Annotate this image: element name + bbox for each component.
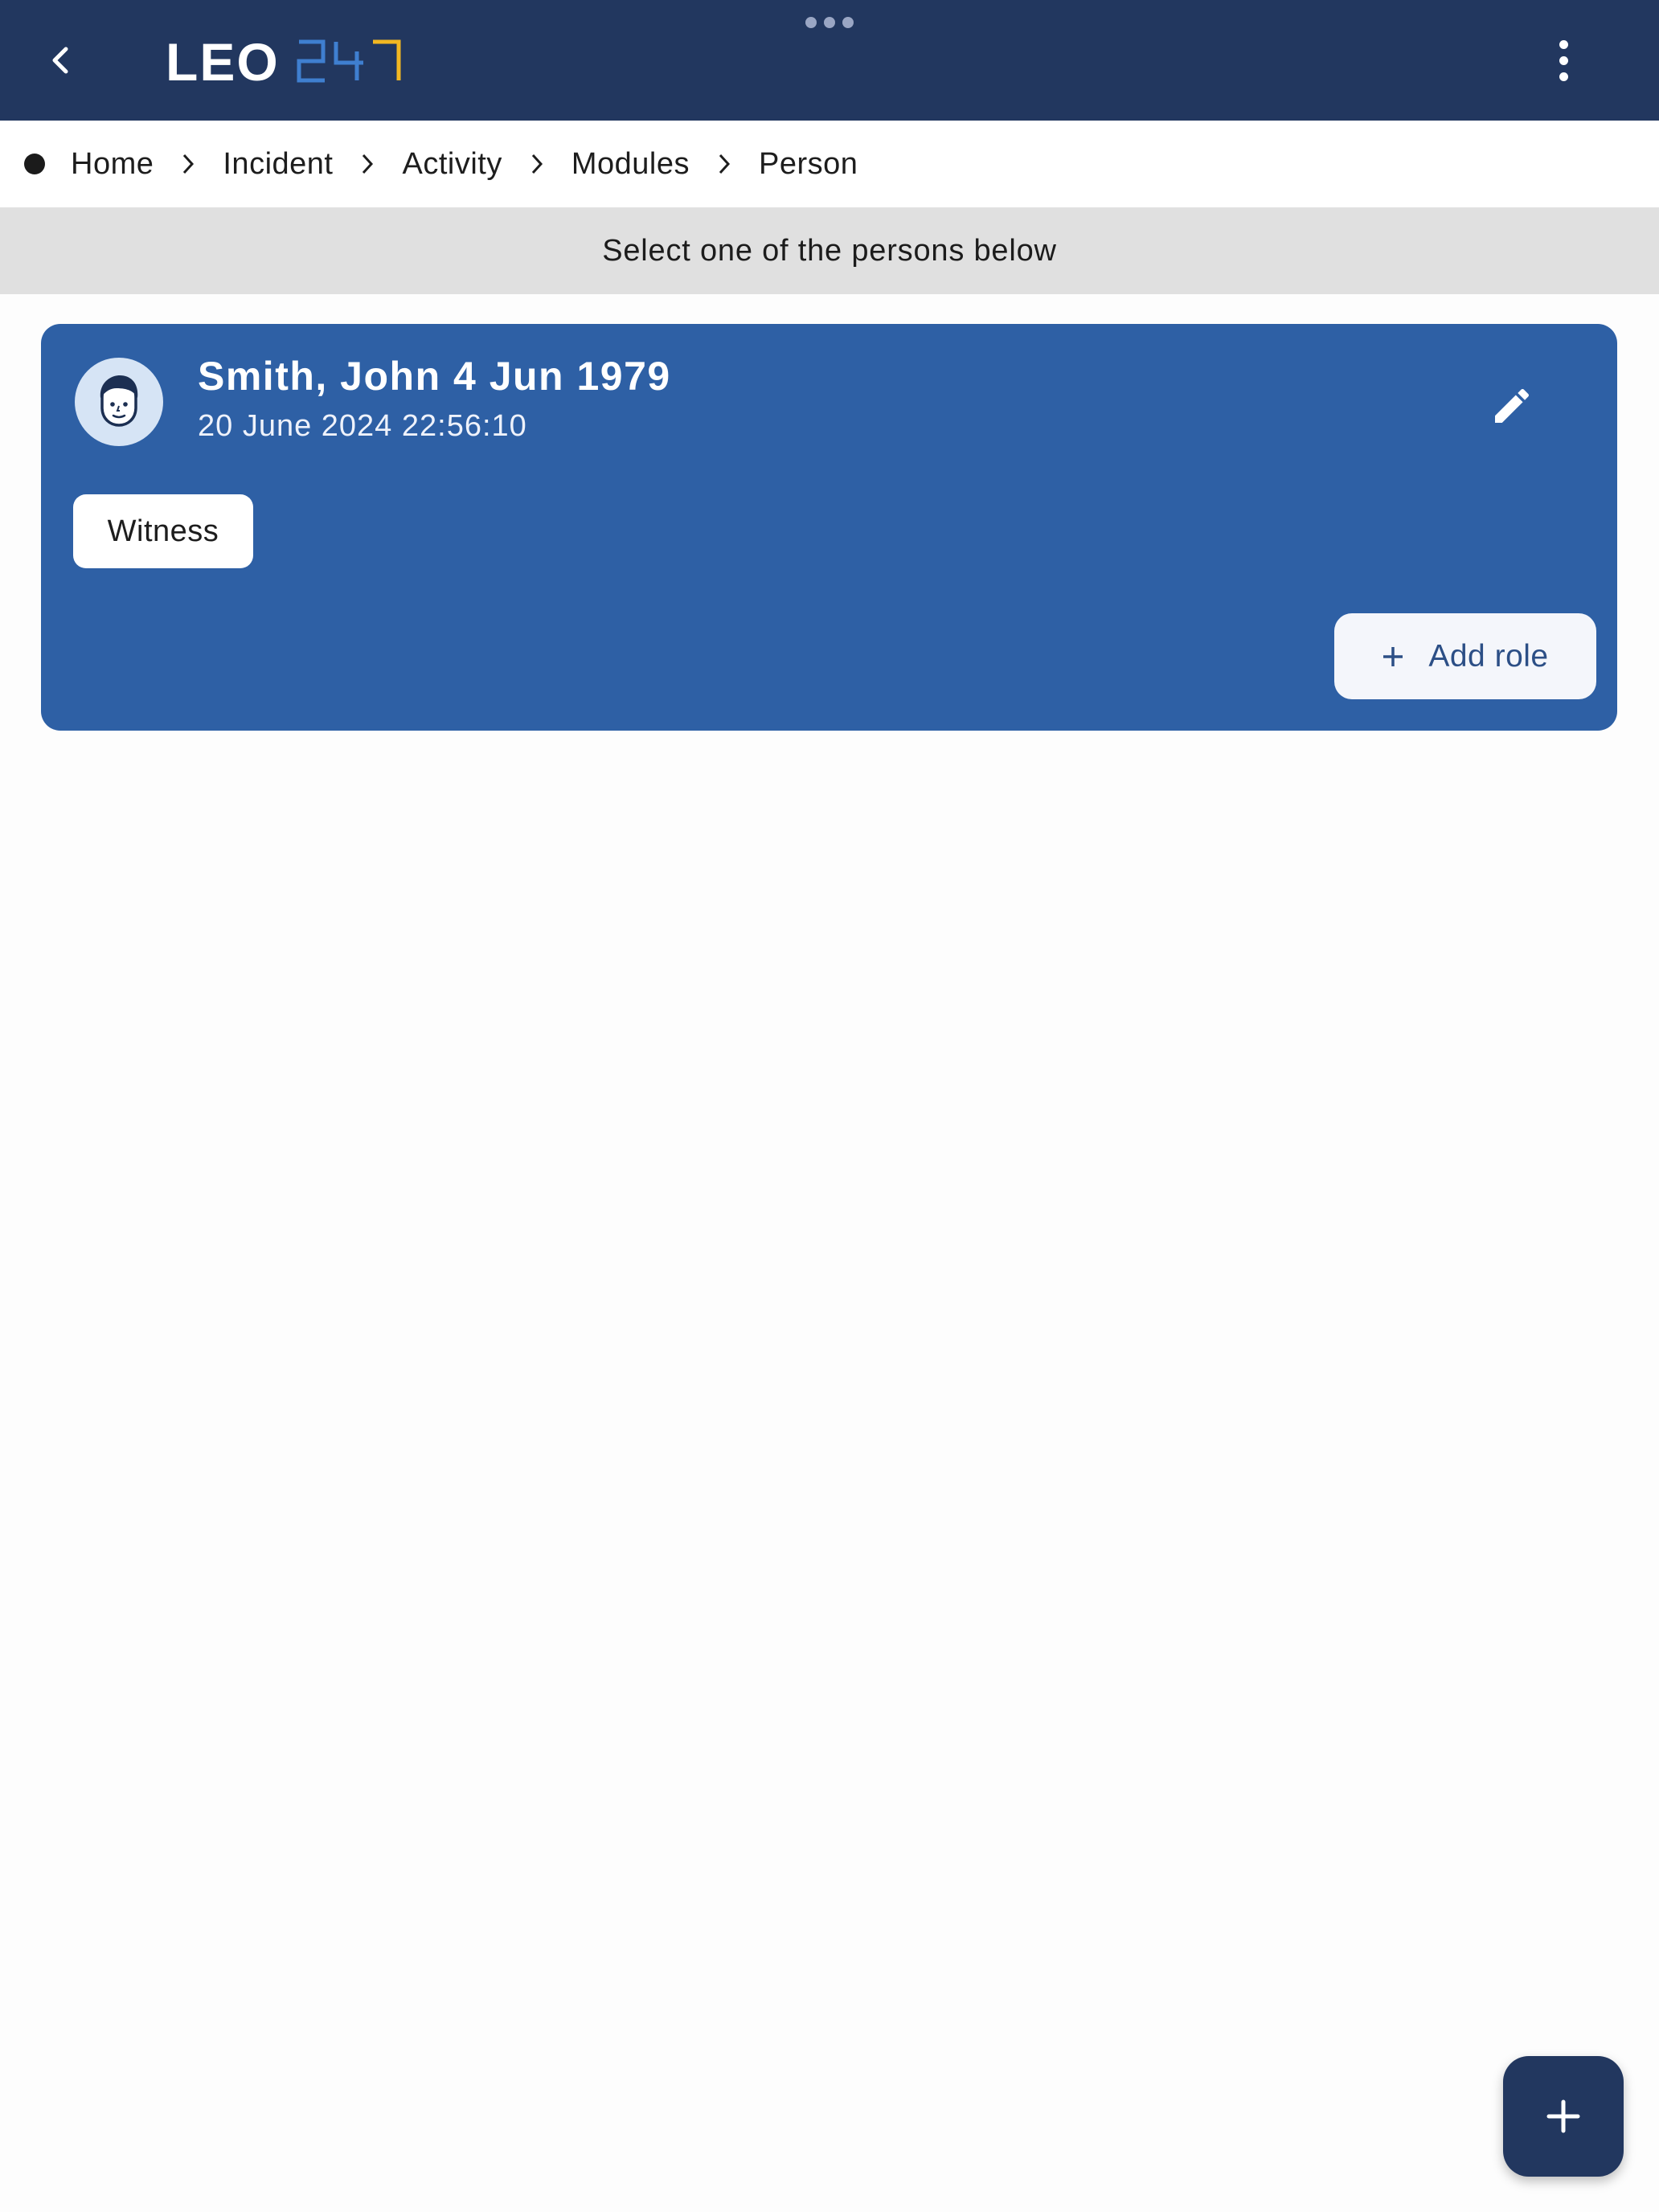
person-timestamp: 20 June 2024 22:56:10 xyxy=(198,409,527,443)
breadcrumb-incident[interactable]: Incident xyxy=(223,147,333,182)
chevron-right-icon xyxy=(333,148,402,180)
logo-text-leo: LEO xyxy=(166,32,280,88)
add-person-fab[interactable] xyxy=(1503,2056,1624,2177)
pencil-icon xyxy=(1495,388,1530,423)
breadcrumb-activity[interactable]: Activity xyxy=(402,147,502,182)
instruction-banner: Select one of the persons below xyxy=(0,207,1659,294)
plus-icon xyxy=(1382,645,1404,668)
add-role-label: Add role xyxy=(1428,638,1549,674)
plus-icon xyxy=(1546,2099,1580,2133)
leo247-logo: LEO xyxy=(166,32,401,88)
add-role-button[interactable]: Add role xyxy=(1334,613,1596,699)
logo-digits xyxy=(297,39,401,83)
back-button[interactable] xyxy=(32,29,88,92)
avatar xyxy=(75,358,163,446)
chevron-right-icon xyxy=(502,148,571,180)
edit-person-button[interactable] xyxy=(1480,374,1544,438)
breadcrumb: Home Incident Activity Modules Person xyxy=(0,121,1659,207)
person-card[interactable]: Smith, John 4 Jun 1979 20 June 2024 22:5… xyxy=(41,324,1617,731)
breadcrumb-status-dot xyxy=(24,154,45,174)
chevron-right-icon xyxy=(690,148,759,180)
breadcrumb-home[interactable]: Home xyxy=(71,147,154,182)
multitasking-handle[interactable] xyxy=(805,16,854,29)
role-chip-witness[interactable]: Witness xyxy=(73,494,253,568)
chevron-right-icon xyxy=(154,148,223,180)
breadcrumb-modules[interactable]: Modules xyxy=(571,147,690,182)
instruction-text: Select one of the persons below xyxy=(602,233,1057,268)
overflow-menu-button[interactable] xyxy=(1537,29,1590,92)
breadcrumb-person[interactable]: Person xyxy=(759,147,858,182)
person-name: Smith, John 4 Jun 1979 xyxy=(198,354,671,399)
person-face-icon xyxy=(100,375,138,427)
app-bar: LEO xyxy=(0,0,1659,121)
chevron-left-icon xyxy=(52,47,68,74)
